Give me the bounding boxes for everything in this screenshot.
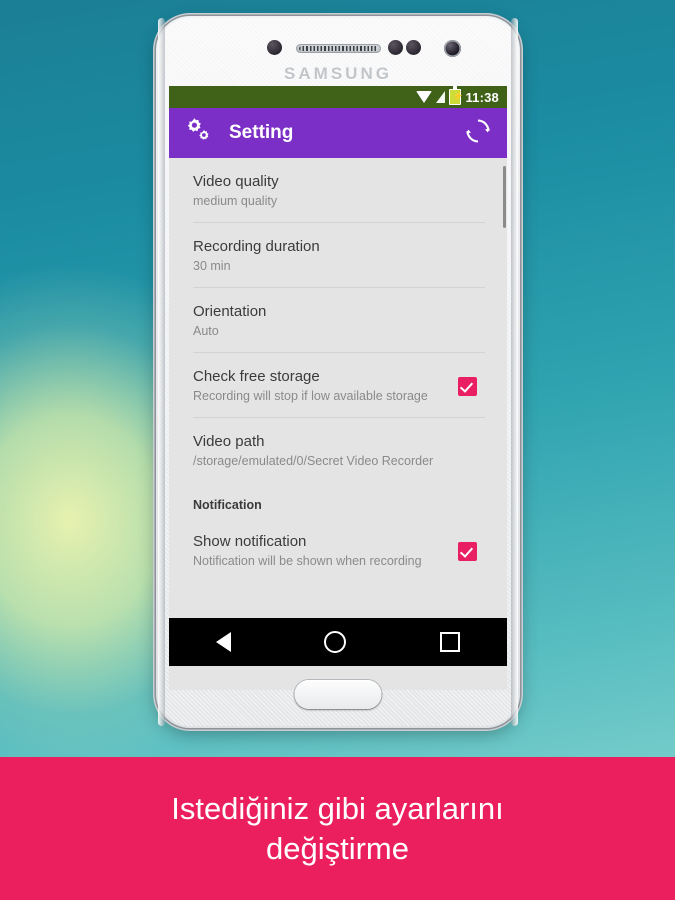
device-brand-logo: SAMSUNG <box>284 64 392 83</box>
promo-banner: Istediğiniz gibi ayarlarını değiştirme <box>0 757 675 900</box>
physical-home-button[interactable] <box>294 680 382 709</box>
wifi-icon <box>416 91 433 103</box>
bezel-right-edge <box>511 18 518 726</box>
setting-title: Recording duration <box>193 238 320 255</box>
front-camera-icon <box>444 40 461 57</box>
list-item[interactable]: Recording duration 30 min <box>169 223 507 287</box>
setting-subtitle: Recording will stop if low available sto… <box>193 389 428 403</box>
app-bar: Setting <box>169 108 507 158</box>
setting-subtitle: Notification will be shown when recordin… <box>193 554 422 568</box>
promo-banner-line2: değiştirme <box>266 830 409 866</box>
android-navigation-bar <box>169 618 507 666</box>
promo-banner-line1: Istediğiniz gibi ayarlarını <box>171 790 504 826</box>
proximity-sensor-icon <box>267 40 282 55</box>
setting-title: Orientation <box>193 303 267 320</box>
battery-charging-icon: ⚡ <box>449 86 464 105</box>
back-icon[interactable] <box>215 632 231 652</box>
list-item[interactable]: Show notification Notification will be s… <box>169 518 507 582</box>
setting-subtitle: medium quality <box>193 194 278 208</box>
setting-subtitle: 30 min <box>193 259 231 273</box>
list-item[interactable]: Video path /storage/emulated/0/Secret Vi… <box>169 418 507 482</box>
gesture-sensor-icon <box>406 40 421 55</box>
status-bar-clock: 11:38 <box>465 89 499 105</box>
list-item[interactable]: Video quality medium quality <box>169 158 507 222</box>
refresh-icon[interactable] <box>463 116 493 151</box>
list-item[interactable]: Orientation Auto <box>169 288 507 352</box>
earpiece-speaker <box>296 44 381 53</box>
setting-title: Video quality <box>193 173 279 190</box>
setting-title: Check free storage <box>193 368 320 385</box>
phone-screen: ⚡ 11:38 Setting Video quality medium qua… <box>169 86 507 690</box>
status-bar: ⚡ 11:38 <box>169 86 507 108</box>
bezel-left-edge <box>158 18 165 726</box>
recents-icon[interactable] <box>440 632 461 652</box>
setting-subtitle: Auto <box>193 324 219 338</box>
phone-device-frame: SAMSUNG ⚡ 11:38 Setting Video quality me… <box>156 16 520 728</box>
setting-subtitle: /storage/emulated/0/Secret Video Recorde… <box>193 454 434 468</box>
settings-list[interactable]: Video quality medium quality Recording d… <box>169 158 507 618</box>
check-free-storage-checkbox[interactable] <box>458 377 477 396</box>
setting-title: Show notification <box>193 533 307 550</box>
promo-banner-text: Istediğiniz gibi ayarlarını değiştirme <box>171 789 504 869</box>
home-icon[interactable] <box>324 631 347 653</box>
signal-icon <box>436 91 446 103</box>
app-bar-title: Setting <box>229 122 294 143</box>
settings-gears-icon <box>183 117 213 150</box>
section-header-notification: Notification <box>193 498 262 512</box>
light-sensor-icon <box>388 40 403 55</box>
list-item[interactable]: Check free storage Recording will stop i… <box>169 353 507 417</box>
setting-title: Video path <box>193 433 265 450</box>
show-notification-checkbox[interactable] <box>458 542 477 561</box>
